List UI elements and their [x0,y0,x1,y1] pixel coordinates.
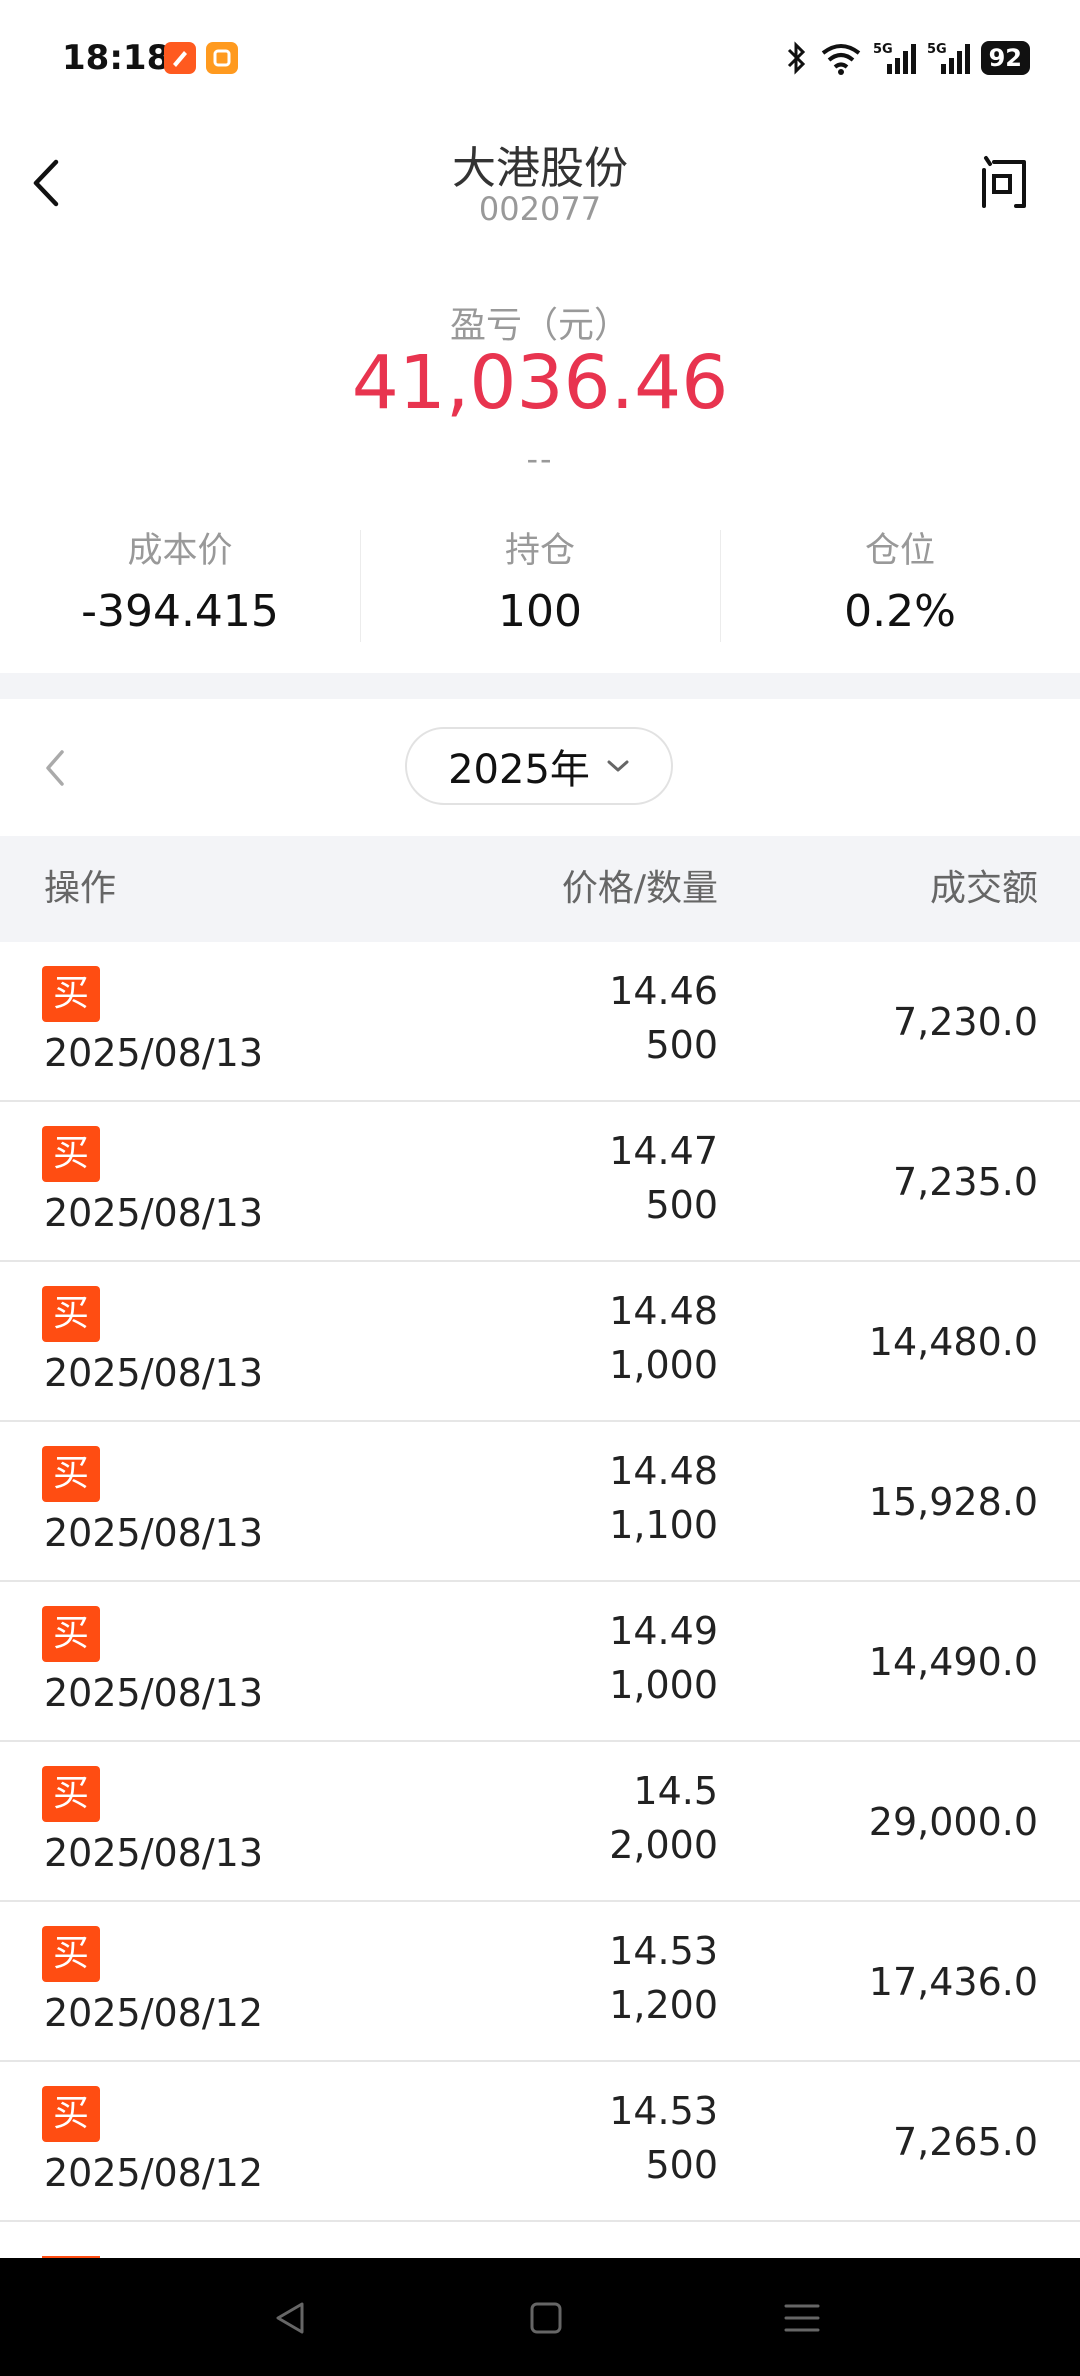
trade-row[interactable]: 买 2025/08/13 14.5 2,000 29,000.0 [0,1742,1080,1902]
trade-price: 14.5 [633,1769,718,1813]
buy-tag: 买 [42,1926,100,1982]
svg-text:5G: 5G [927,42,947,57]
trade-date: 2025/08/13 [44,1031,264,1075]
stat-value: 100 [498,586,582,637]
stat-cost-price: 成本价 -394.415 [0,526,360,644]
trade-price: 14.49 [609,1609,718,1653]
trade-amount: 17,436.0 [868,1960,1038,2004]
trade-quantity: 500 [645,2143,718,2187]
trade-amount: 7,230.0 [892,1000,1038,1044]
trade-date: 2025/08/12 [44,1991,264,2035]
app-notification-icon [164,42,196,74]
nav-menu-button[interactable] [772,2288,832,2348]
status-icons: 5G 5G 92 [783,38,1030,78]
trade-quantity: 1,000 [609,1663,718,1707]
trade-date: 2025/08/13 [44,1831,264,1875]
year-label: 2025年 [448,747,590,793]
status-bar: 18:18 5G 5G 92 [0,0,1080,118]
bluetooth-icon [787,41,805,75]
position-stats: 成本价 -394.415 持仓 100 仓位 0.2% [0,526,1080,644]
svg-text:5G: 5G [873,42,893,57]
column-header-amount: 成交额 [929,868,1038,909]
stat-label: 仓位 [864,531,935,571]
trade-amount: 15,928.0 [868,1480,1038,1524]
trade-date: 2025/08/13 [44,1191,264,1235]
trade-price: 14.46 [609,969,718,1013]
trade-quantity: 1,100 [609,1503,718,1547]
trade-date: 2025/08/13 [44,1671,264,1715]
buy-tag: 买 [42,1606,100,1662]
trade-date: 2025/08/13 [44,1511,264,1555]
stat-value: -394.415 [81,586,279,637]
trade-row[interactable]: 买 2025/08/13 14.48 1,100 15,928.0 [0,1422,1080,1582]
chevron-left-icon [46,750,64,786]
nav-home-button[interactable] [516,2288,576,2348]
buy-tag: 买 [42,2086,100,2142]
trade-row[interactable]: 买 2025/08/12 14.53 500 7,265.0 [0,2062,1080,2222]
trade-quantity: 500 [645,1183,718,1227]
signal-5g-icon: 5G [927,42,970,74]
menu-icon [784,2304,820,2332]
trade-quantity: 2,000 [609,1823,718,1867]
square-home-icon [530,2302,562,2334]
trade-quantity: 1,000 [609,1343,718,1387]
trade-price: 14.48 [609,1289,718,1333]
system-navigation-bar [0,2258,1080,2376]
screen: 18:18 5G 5G 92 大港股份 002077 盈亏（元） 41,036.… [0,0,1080,2376]
battery-indicator: 92 [980,41,1030,75]
stat-holding: 持仓 100 [360,526,720,644]
pnl-change: -- [526,440,554,478]
year-dropdown[interactable]: 2025年 [405,727,673,805]
app-notification-icon [206,42,238,74]
nav-back-button[interactable] [260,2288,320,2348]
chevron-down-icon [607,760,629,772]
trade-row[interactable]: 买 2025/08/13 14.47 500 7,235.0 [0,1102,1080,1262]
ask-button[interactable] [976,152,1032,212]
ask-icon [982,156,1026,208]
trade-price: 14.47 [609,1129,718,1173]
stat-label: 成本价 [127,531,233,571]
trade-amount: 7,265.0 [892,2120,1038,2164]
trade-list: 买 2025/08/13 14.46 500 7,230.0 买 2025/08… [0,942,1080,2222]
previous-year-button[interactable] [40,746,70,790]
trade-row[interactable]: 买 2025/08/13 14.48 1,000 14,480.0 [0,1262,1080,1422]
wifi-icon [821,44,860,75]
buy-tag: 买 [42,1446,100,1502]
column-header-operation: 操作 [44,868,117,909]
pnl-value: 41,036.46 [351,340,729,426]
trade-price: 14.53 [609,2089,718,2133]
trade-row[interactable]: 买 2025/08/12 14.53 1,200 17,436.0 [0,1902,1080,2062]
trade-date: 2025/08/12 [44,2151,264,2195]
table-header: 操作 价格/数量 成交额 [0,836,1080,942]
trade-quantity: 500 [645,1023,718,1067]
stat-label: 持仓 [504,531,575,571]
status-time: 18:18 [62,38,171,78]
trade-amount: 14,490.0 [868,1640,1038,1684]
trade-amount: 14,480.0 [868,1320,1038,1364]
buy-tag: 买 [42,1286,100,1342]
trade-price: 14.48 [609,1449,718,1493]
column-header-price-qty: 价格/数量 [561,868,718,909]
trade-price: 14.53 [609,1929,718,1973]
stat-value: 0.2% [844,586,956,637]
signal-5g-icon: 5G [873,42,916,74]
stock-code: 002077 [478,190,602,228]
buy-tag: 买 [42,1126,100,1182]
stock-name: 大港股份 [452,143,628,194]
trade-row[interactable]: 买 2025/08/13 14.46 500 7,230.0 [0,942,1080,1102]
trade-quantity: 1,200 [609,1983,718,2027]
section-divider [0,673,1080,699]
stat-position-ratio: 仓位 0.2% [720,526,1080,644]
trade-row[interactable]: 买 2025/08/13 14.49 1,000 14,490.0 [0,1582,1080,1742]
triangle-back-icon [276,2302,304,2334]
buy-tag: 买 [42,966,100,1022]
trade-date: 2025/08/13 [44,1351,264,1395]
trade-amount: 29,000.0 [868,1800,1038,1844]
trade-amount: 7,235.0 [892,1160,1038,1204]
buy-tag: 买 [42,1766,100,1822]
